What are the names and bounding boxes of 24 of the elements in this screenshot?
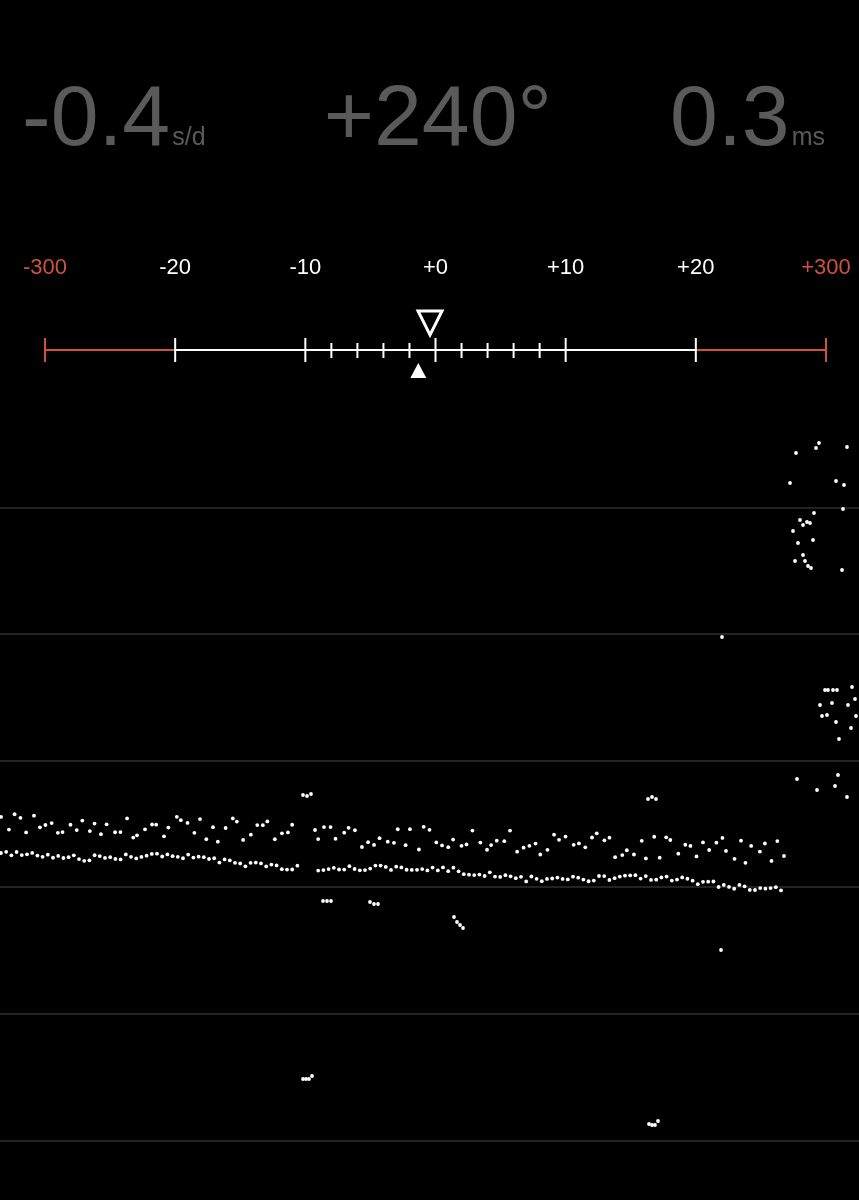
- reading-value: -0.4: [22, 72, 171, 158]
- dot-clump: [452, 915, 465, 930]
- dot-cluster: [818, 685, 858, 741]
- reading-unit: ms: [791, 124, 825, 149]
- dot-clump: [646, 795, 658, 801]
- plot-dot: [720, 635, 724, 639]
- scale-label: +0: [421, 256, 449, 278]
- dot-clump: [321, 899, 333, 903]
- plot-dot: [313, 828, 317, 832]
- scale-label: -10: [288, 256, 323, 278]
- scale-label: +20: [676, 256, 716, 278]
- dot-clump: [301, 1074, 314, 1081]
- dot-clump: [647, 1119, 660, 1127]
- reading-unit: s/d: [172, 124, 206, 149]
- dot-cluster: [795, 773, 849, 799]
- scale-label: +10: [545, 256, 586, 278]
- scale-label: +300: [800, 256, 852, 278]
- dot-clump: [301, 792, 313, 798]
- dot-clump: [368, 900, 380, 906]
- plot-dot: [719, 948, 723, 952]
- reading-value: +240°: [323, 72, 552, 158]
- reading-value: 0.3: [670, 72, 790, 158]
- scale-label: -300: [21, 256, 68, 278]
- scale-label: -20: [158, 256, 193, 278]
